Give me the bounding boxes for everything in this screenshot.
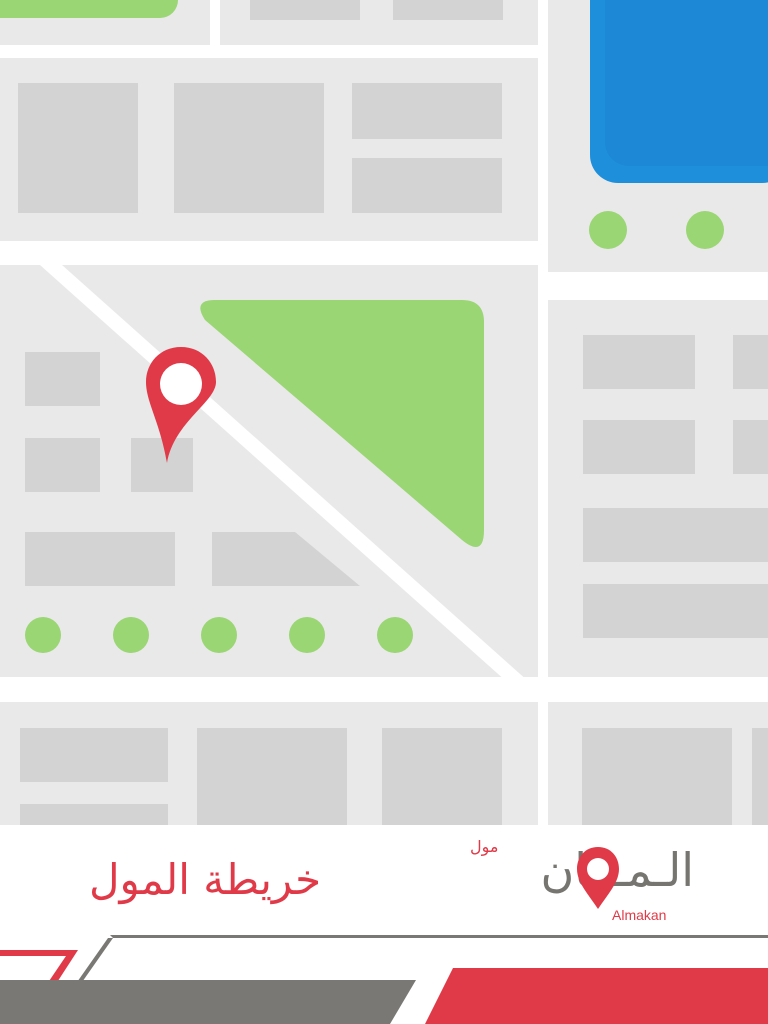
- almakan-logo[interactable]: الـمـكان مول Almakan: [462, 837, 702, 927]
- building: [393, 0, 503, 20]
- footer: خريطة المول الـمـكان مول Almakan: [0, 825, 768, 1024]
- building: [25, 438, 100, 492]
- building: [250, 0, 360, 20]
- map-canvas: [0, 0, 768, 834]
- building: [20, 804, 168, 834]
- building: [352, 83, 502, 139]
- logo-pin-icon: [577, 847, 619, 909]
- page-title: خريطة المول: [88, 855, 322, 904]
- logo-english-text: Almakan: [612, 907, 667, 923]
- mall-map[interactable]: [0, 0, 768, 834]
- decorative-stripes: [0, 935, 768, 1024]
- building: [197, 728, 347, 828]
- building: [25, 532, 175, 586]
- building: [583, 508, 768, 562]
- tree: [589, 211, 627, 249]
- tree: [377, 617, 413, 653]
- building: [582, 728, 732, 828]
- tree: [201, 617, 237, 653]
- building: [382, 728, 502, 828]
- building: [352, 158, 502, 213]
- tree: [25, 617, 61, 653]
- tree: [686, 211, 724, 249]
- building: [18, 83, 138, 213]
- building: [131, 438, 193, 492]
- logo-mall-text: مول: [470, 837, 499, 856]
- building: [583, 584, 768, 638]
- water-inner: [605, 0, 768, 166]
- tree: [113, 617, 149, 653]
- tree: [289, 617, 325, 653]
- building: [20, 728, 168, 782]
- park: [0, 0, 178, 18]
- building: [25, 352, 100, 406]
- building: [583, 335, 695, 389]
- building: [733, 420, 768, 474]
- building: [733, 335, 768, 389]
- building: [174, 83, 324, 213]
- building: [583, 420, 695, 474]
- building: [752, 728, 768, 828]
